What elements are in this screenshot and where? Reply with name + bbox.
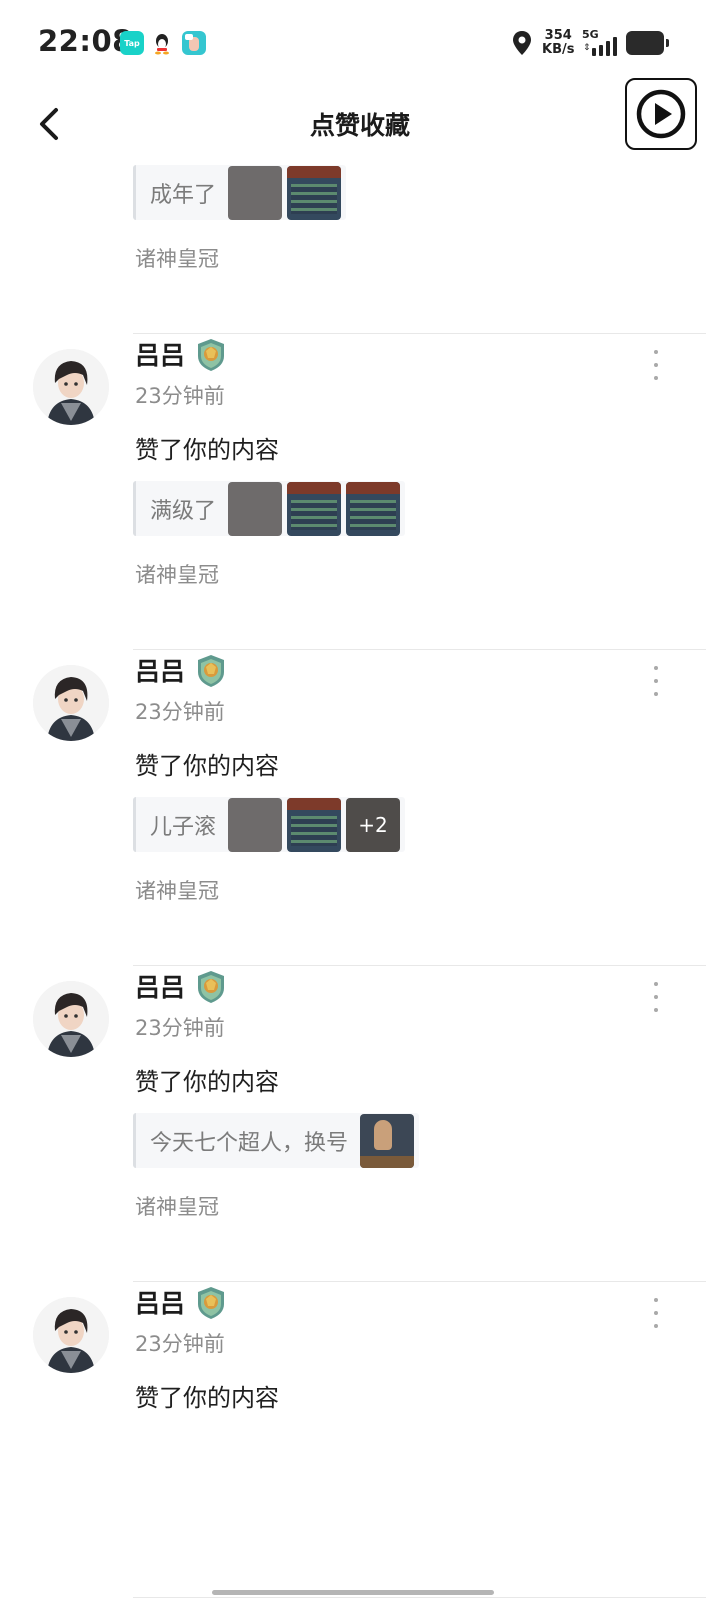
location-icon: [511, 30, 533, 60]
game-tag[interactable]: 诸神皇冠: [135, 559, 219, 589]
signal-icon: [592, 36, 620, 60]
battery-icon: [626, 31, 669, 55]
game-tag[interactable]: 诸神皇冠: [135, 243, 219, 273]
net-speed-unit: KB/s: [542, 42, 575, 57]
action-text: 赞了你的内容: [135, 436, 279, 464]
user-name[interactable]: 吕吕: [135, 336, 185, 372]
shield-badge-icon: [196, 1286, 226, 1324]
more-options-button[interactable]: [646, 666, 666, 696]
quote-thumbnail[interactable]: [287, 797, 342, 852]
quoted-post[interactable]: 今天七个超人，换号: [133, 1113, 420, 1168]
list-item[interactable]: 吕吕 23分钟前 赞了你的内容: [0, 1282, 720, 1598]
quoted-post-text: 成年了: [150, 182, 217, 208]
quoted-post[interactable]: 成年了: [133, 165, 347, 220]
timestamp: 23分钟前: [135, 1332, 225, 1356]
status-bar: 22:08 Tap 354 KB/s 5G ⇕: [0, 0, 720, 88]
quote-thumbnail[interactable]: [228, 481, 283, 536]
more-options-button[interactable]: [646, 982, 666, 1012]
action-text: 赞了你的内容: [135, 1068, 279, 1096]
quoted-post-text: 儿子滚: [150, 814, 217, 840]
dot-icon: [654, 666, 658, 670]
user-name[interactable]: 吕吕: [135, 968, 185, 1004]
quote-thumbnail[interactable]: [228, 165, 283, 220]
avatar[interactable]: [33, 981, 109, 1057]
game-tag[interactable]: 诸神皇冠: [135, 875, 219, 905]
timestamp: 23分钟前: [135, 384, 225, 408]
net-speed: 354 KB/s: [542, 29, 574, 57]
quoted-post-text: 满级了: [150, 498, 217, 524]
net-speed-value: 354: [544, 28, 572, 43]
dot-icon: [654, 363, 658, 367]
divider: [133, 1597, 706, 1598]
page-title: 点赞收藏: [309, 111, 410, 140]
dot-icon: [654, 995, 658, 999]
qq-icon: [152, 31, 172, 55]
quoted-post-text: 今天七个超人，换号: [150, 1130, 349, 1156]
dot-icon: [654, 1008, 658, 1012]
list-item[interactable]: 吕吕 23分钟前 赞了你的内容 满级了 诸神皇冠: [0, 334, 720, 650]
quoted-post[interactable]: 满级了: [133, 481, 406, 536]
nav-bar: 点赞收藏: [0, 78, 720, 164]
data-arrows-icon: ⇕: [583, 43, 591, 53]
user-name[interactable]: 吕吕: [135, 652, 185, 688]
floating-play-button[interactable]: [625, 78, 697, 150]
shield-badge-icon: [196, 970, 226, 1008]
timestamp: 23分钟前: [135, 700, 225, 724]
game-tag[interactable]: 诸神皇冠: [135, 1191, 219, 1221]
home-indicator[interactable]: [212, 1590, 494, 1595]
taptap-icon: Tap: [120, 31, 144, 55]
more-images-count[interactable]: +2: [346, 797, 401, 852]
list-item[interactable]: 吕吕 23分钟前 赞了你的内容 今天七个超人，换号 诸神皇冠: [0, 966, 720, 1282]
dot-icon: [654, 1311, 658, 1315]
quoted-post[interactable]: 儿子滚 +2: [133, 797, 406, 852]
quote-thumbnail[interactable]: [287, 481, 342, 536]
action-text: 赞了你的内容: [135, 1384, 279, 1412]
quote-thumbnail[interactable]: [346, 481, 401, 536]
dot-icon: [654, 1324, 658, 1328]
dot-icon: [654, 1298, 658, 1302]
dot-icon: [654, 982, 658, 986]
quote-thumbnail[interactable]: [228, 797, 283, 852]
notification-feed[interactable]: 吕吕 23分钟前 赞了你的内容 成年了 诸神皇冠 吕吕 23分钟前 赞了你的内容…: [0, 164, 720, 1600]
avatar[interactable]: [33, 349, 109, 425]
avatar[interactable]: [33, 665, 109, 741]
list-item[interactable]: 吕吕 23分钟前 赞了你的内容 成年了 诸神皇冠: [0, 164, 720, 334]
timestamp: 23分钟前: [135, 1016, 225, 1040]
list-item[interactable]: 吕吕 23分钟前 赞了你的内容 儿子滚 +2 诸神皇冠: [0, 650, 720, 966]
quote-thumbnail[interactable]: [360, 1113, 415, 1168]
shield-badge-icon: [196, 338, 226, 376]
play-circle-icon: [636, 89, 686, 139]
dot-icon: [654, 376, 658, 380]
app-icon: [182, 31, 206, 55]
shield-badge-icon: [196, 654, 226, 692]
quote-thumbnail[interactable]: [287, 165, 342, 220]
user-name[interactable]: 吕吕: [135, 1284, 185, 1320]
status-time: 22:08: [38, 24, 133, 58]
avatar[interactable]: [33, 1297, 109, 1373]
action-text: 赞了你的内容: [135, 752, 279, 780]
dot-icon: [654, 350, 658, 354]
more-options-button[interactable]: [646, 350, 666, 380]
more-options-button[interactable]: [646, 1298, 666, 1328]
dot-icon: [654, 692, 658, 696]
dot-icon: [654, 679, 658, 683]
